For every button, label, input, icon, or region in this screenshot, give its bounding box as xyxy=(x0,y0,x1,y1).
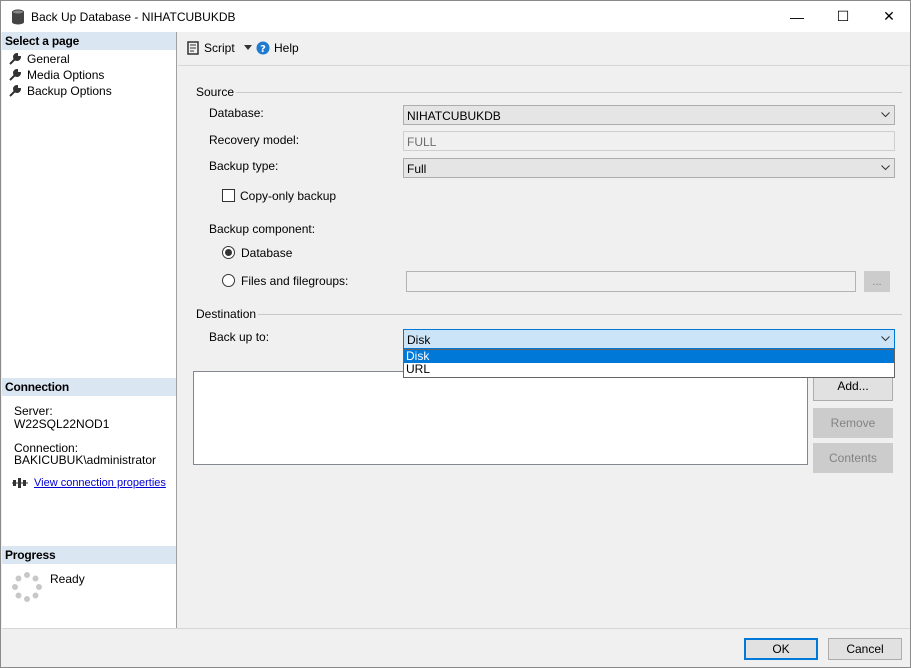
help-button[interactable]: ? Help xyxy=(256,41,299,55)
database-icon xyxy=(12,9,24,25)
page-item-label: Backup Options xyxy=(27,84,112,98)
ok-button[interactable]: OK xyxy=(744,638,818,660)
wrench-icon xyxy=(9,68,22,81)
back-up-to-combo[interactable]: Disk xyxy=(403,329,895,349)
chevron-down-icon xyxy=(243,45,252,50)
progress-header: Progress xyxy=(2,546,176,564)
component-database-radio[interactable] xyxy=(222,246,235,259)
progress-spinner-icon xyxy=(12,572,42,602)
browse-button-label: ... xyxy=(872,275,882,288)
connection-value: BAKICUBUK\administrator xyxy=(14,453,157,467)
page-item-media-options[interactable]: Media Options xyxy=(8,67,104,83)
copy-only-label: Copy-only backup xyxy=(240,189,337,203)
cancel-button[interactable]: Cancel xyxy=(828,638,902,660)
dropdown-option-disk[interactable]: Disk xyxy=(404,350,894,363)
back-up-to-value: Disk xyxy=(407,333,431,347)
filegroups-field[interactable] xyxy=(406,271,856,292)
source-group-label: Source xyxy=(196,85,235,99)
general-page-content: Source Database: NIHATCUBUKDB Recovery m… xyxy=(178,67,910,628)
add-button-label: Add... xyxy=(837,379,869,393)
destination-divider xyxy=(258,314,902,315)
backup-type-label: Backup type: xyxy=(209,159,279,173)
back-up-to-label: Back up to: xyxy=(209,330,270,344)
recovery-model-label: Recovery model: xyxy=(209,133,300,147)
remove-button-label: Remove xyxy=(830,416,876,430)
help-icon: ? xyxy=(256,41,270,55)
connection-header: Connection xyxy=(2,378,176,396)
connection-icon xyxy=(12,478,28,488)
server-value: W22SQL22NOD1 xyxy=(14,417,110,431)
close-button[interactable]: ✕ xyxy=(866,1,911,32)
view-connection-properties-link[interactable]: View connection properties xyxy=(34,477,166,489)
destination-list[interactable] xyxy=(193,371,808,465)
component-database-label: Database xyxy=(241,246,293,260)
back-up-to-dropdown: Disk URL xyxy=(403,349,895,378)
dialog-footer: OK Cancel xyxy=(2,628,910,667)
database-combo-value: NIHATCUBUKDB xyxy=(407,109,501,123)
wrench-icon xyxy=(9,84,22,97)
progress-status: Ready xyxy=(50,572,85,586)
select-page-header: Select a page xyxy=(2,32,176,50)
destination-group-label: Destination xyxy=(196,307,257,321)
minimize-button[interactable]: — xyxy=(774,1,820,32)
dropdown-option-url[interactable]: URL xyxy=(404,363,894,376)
script-label: Script xyxy=(204,41,235,55)
window-title: Back Up Database - NIHATCUBUKDB xyxy=(31,10,236,24)
page-item-label: Media Options xyxy=(27,68,105,82)
database-combo[interactable]: NIHATCUBUKDB xyxy=(403,105,895,125)
chevron-down-icon xyxy=(881,112,890,118)
chevron-down-icon xyxy=(881,336,890,342)
remove-destination-button[interactable]: Remove xyxy=(813,408,893,438)
script-icon xyxy=(187,41,199,55)
backup-database-dialog: Back Up Database - NIHATCUBUKDB — ☐ ✕ Se… xyxy=(0,0,911,668)
page-item-general[interactable]: General xyxy=(8,51,70,67)
server-label: Server: xyxy=(14,404,53,418)
minimize-icon: — xyxy=(790,8,804,25)
contents-button-label: Contents xyxy=(828,451,878,465)
maximize-icon: ☐ xyxy=(836,8,850,24)
contents-button[interactable]: Contents xyxy=(813,443,893,473)
browse-filegroups-button[interactable]: ... xyxy=(864,271,890,292)
component-files-label: Files and filegroups: xyxy=(241,274,349,288)
component-files-radio[interactable] xyxy=(222,274,235,287)
source-divider xyxy=(236,92,902,93)
left-pane: Select a page General Media Options Back… xyxy=(2,32,177,628)
page-item-backup-options[interactable]: Backup Options xyxy=(8,83,112,99)
page-item-label: General xyxy=(27,52,70,66)
svg-text:?: ? xyxy=(260,44,266,55)
toolbar: Script ? Help xyxy=(178,32,910,66)
backup-type-combo[interactable]: Full xyxy=(403,158,895,178)
backup-type-value: Full xyxy=(407,162,427,176)
help-label: Help xyxy=(274,41,299,55)
maximize-button[interactable]: ☐ xyxy=(820,1,866,32)
recovery-model-value: FULL xyxy=(407,135,437,149)
database-label: Database: xyxy=(209,106,264,120)
recovery-model-field: FULL xyxy=(403,131,895,151)
cancel-button-label: Cancel xyxy=(846,642,884,656)
chevron-down-icon xyxy=(881,165,890,171)
wrench-icon xyxy=(9,52,22,65)
close-icon: ✕ xyxy=(883,8,895,24)
script-button[interactable]: Script xyxy=(186,41,252,55)
backup-component-label: Backup component: xyxy=(209,222,316,236)
copy-only-checkbox[interactable] xyxy=(222,189,235,202)
view-connection-row: View connection properties xyxy=(12,476,166,490)
title-bar: Back Up Database - NIHATCUBUKDB — ☐ ✕ xyxy=(1,1,910,32)
ok-button-label: OK xyxy=(772,642,790,656)
